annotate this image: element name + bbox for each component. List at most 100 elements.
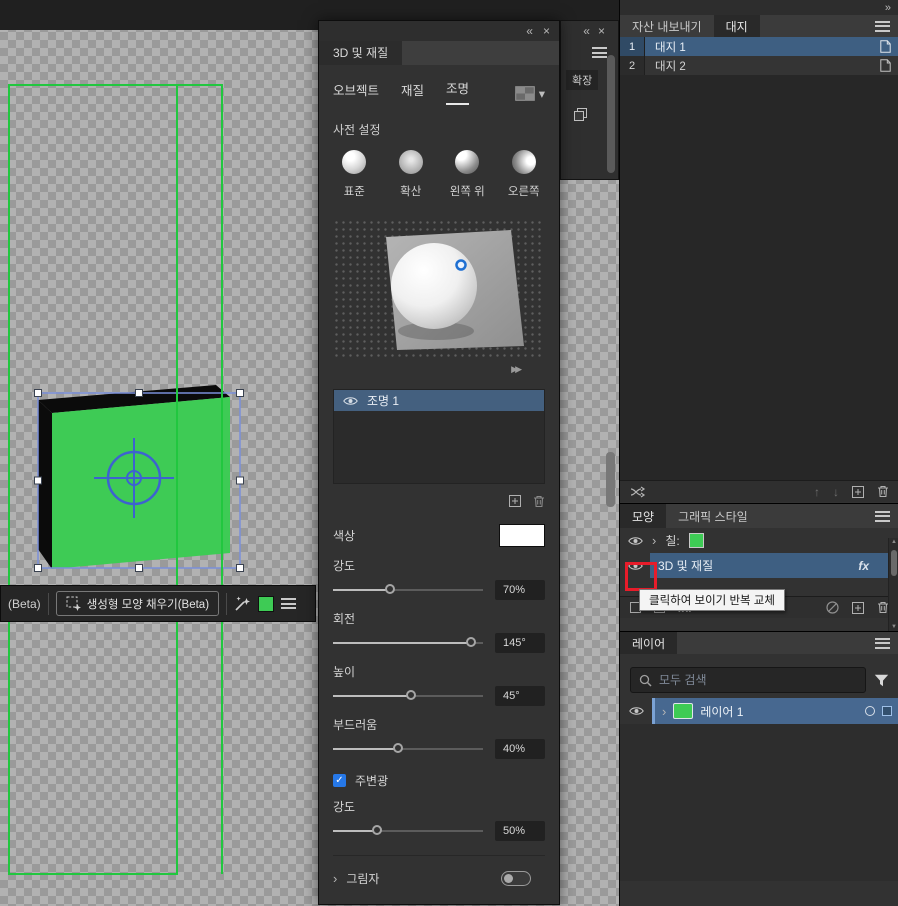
dock-collapse-icon[interactable]: »: [885, 2, 891, 14]
slider-knob[interactable]: [406, 690, 416, 700]
delete-light-icon[interactable]: [533, 495, 545, 508]
expand-label[interactable]: 확장: [566, 70, 599, 90]
panel-menu-icon[interactable]: [875, 510, 890, 522]
shadow-toggle[interactable]: [501, 870, 531, 886]
preset-top-left[interactable]: 왼쪽 위: [446, 150, 489, 199]
canvas-scrollbar-thumb[interactable]: [606, 452, 615, 507]
chevron-right-icon[interactable]: ›: [652, 534, 656, 547]
light-list-item[interactable]: 조명 1: [334, 390, 544, 411]
preset-sphere-icon: [511, 150, 536, 174]
rotation-slider[interactable]: [333, 637, 483, 647]
fx-badge[interactable]: fx: [858, 559, 869, 573]
clear-appearance-icon[interactable]: [826, 601, 839, 614]
tab-object[interactable]: 오브젝트: [333, 80, 379, 105]
eye-icon[interactable]: [628, 536, 643, 546]
chevron-right-icon[interactable]: ›: [662, 705, 666, 718]
taskbar-menu-icon[interactable]: [281, 598, 297, 609]
move-down-icon[interactable]: ↓: [833, 486, 839, 498]
tab-artboards[interactable]: 대지: [713, 15, 760, 37]
tab-3d-materials[interactable]: 3D 및 재질: [319, 41, 403, 65]
fill-attribute-row[interactable]: › 칠:: [620, 528, 898, 553]
ambient-intensity-value[interactable]: 50%: [495, 821, 545, 841]
close-panel-icon[interactable]: ×: [543, 25, 550, 37]
panel-menu-icon[interactable]: [592, 47, 607, 58]
panel-3d-materials: « × 3D 및 재질 오브젝트 재질 조명 ▾ 사전 설정 표준 확산 왼쪽 …: [318, 20, 560, 905]
eye-icon[interactable]: [628, 706, 644, 716]
artboard-row[interactable]: 1 대지 1: [620, 37, 898, 56]
layer-thumbnail[interactable]: [673, 703, 694, 719]
artboard-guide-right: [176, 84, 178, 874]
layer-target-icon[interactable]: [865, 706, 875, 716]
intensity-value[interactable]: 70%: [495, 580, 545, 600]
preset-right[interactable]: 오른쪽: [503, 150, 546, 199]
tab-asset-export[interactable]: 자산 내보내기: [620, 15, 714, 37]
intensity-slider[interactable]: [333, 584, 483, 594]
light-position-handle[interactable]: [455, 259, 467, 271]
slider-knob[interactable]: [385, 584, 395, 594]
collapse-panel-icon[interactable]: «: [526, 25, 533, 37]
layer-search-field[interactable]: [630, 667, 866, 693]
delete-artboard-icon[interactable]: [877, 485, 889, 498]
new-artboard-icon[interactable]: [852, 485, 864, 498]
artboard-page-icon[interactable]: [880, 40, 891, 53]
light-color-swatch[interactable]: [499, 524, 545, 547]
rearrange-artboards-icon[interactable]: [630, 486, 646, 498]
preset-standard[interactable]: 표준: [333, 150, 376, 199]
softness-slider[interactable]: [333, 743, 483, 753]
tab-layers[interactable]: 레이어: [620, 632, 678, 654]
eye-icon[interactable]: [343, 396, 358, 406]
layer-selection-badge[interactable]: [882, 706, 892, 716]
effect-3d-row[interactable]: 3D 및 재질 fx: [620, 553, 898, 578]
shape-fill-color-swatch[interactable]: [258, 595, 275, 612]
scrollbar-thumb[interactable]: [891, 550, 897, 576]
tab-lighting[interactable]: 조명: [446, 78, 470, 105]
slider-knob[interactable]: [392, 743, 403, 753]
ambient-light-label: 주변광: [355, 774, 389, 788]
artboard-row[interactable]: 2 대지 2: [620, 56, 898, 75]
copy-pages-icon[interactable]: [574, 108, 587, 121]
artboard-name[interactable]: 대지 2: [645, 58, 686, 74]
filter-funnel-icon[interactable]: [874, 674, 889, 687]
intensity-label: 강도: [333, 559, 356, 573]
preview-sphere: [391, 243, 477, 329]
light-sphere-preview[interactable]: [333, 219, 545, 361]
chevron-right-icon[interactable]: ›: [333, 872, 337, 885]
generative-shape-fill-button[interactable]: 생성형 모양 채우기(Beta): [55, 591, 220, 616]
height-slider[interactable]: [333, 690, 483, 700]
lights-list[interactable]: 조명 1: [333, 389, 545, 484]
chevron-down-icon[interactable]: ▾: [539, 86, 545, 101]
tab-appearance[interactable]: 모양: [620, 504, 667, 528]
add-light-icon[interactable]: [509, 495, 521, 507]
close-panel-icon[interactable]: ×: [598, 25, 605, 37]
layer-search-input[interactable]: [659, 673, 857, 687]
slider-knob[interactable]: [466, 637, 476, 647]
preset-diffuse[interactable]: 확산: [390, 150, 433, 199]
move-up-icon[interactable]: ↑: [814, 486, 820, 498]
panel-menu-icon[interactable]: [875, 637, 890, 649]
layer-name[interactable]: 레이어 1: [700, 703, 743, 720]
scrollbar-thumb[interactable]: [607, 55, 615, 173]
ambient-intensity-slider[interactable]: [333, 825, 483, 835]
magic-wand-icon[interactable]: [234, 595, 251, 612]
softness-value[interactable]: 40%: [495, 739, 545, 759]
rotation-value[interactable]: 145°: [495, 633, 545, 653]
slider-knob[interactable]: [371, 825, 382, 835]
artboard-page-icon[interactable]: [880, 59, 891, 72]
presets-title: 사전 설정: [333, 123, 381, 137]
tab-graphic-styles[interactable]: 그래픽 스타일: [666, 504, 760, 528]
collapse-panel-icon[interactable]: «: [583, 25, 590, 37]
artboard-list[interactable]: 1 대지 1 2 대지 2: [620, 37, 898, 480]
material-preview-icon[interactable]: [514, 86, 535, 101]
selected-3d-shape[interactable]: [30, 378, 245, 578]
artboard-name[interactable]: 대지 1: [645, 39, 686, 55]
tab-materials[interactable]: 재질: [401, 80, 424, 105]
height-value[interactable]: 45°: [495, 686, 545, 706]
duplicate-item-icon[interactable]: [852, 601, 864, 614]
ambient-light-checkbox[interactable]: ✓: [333, 774, 346, 787]
fill-color-swatch[interactable]: [688, 533, 704, 548]
apply-to-all-icon[interactable]: ▶▶: [511, 363, 522, 375]
layer-row[interactable]: › 레이어 1: [620, 698, 898, 724]
effect-name[interactable]: 3D 및 재질: [658, 557, 713, 574]
panel-scrollbar[interactable]: ▲ ▼: [888, 538, 898, 631]
panel-menu-icon[interactable]: [875, 20, 890, 32]
